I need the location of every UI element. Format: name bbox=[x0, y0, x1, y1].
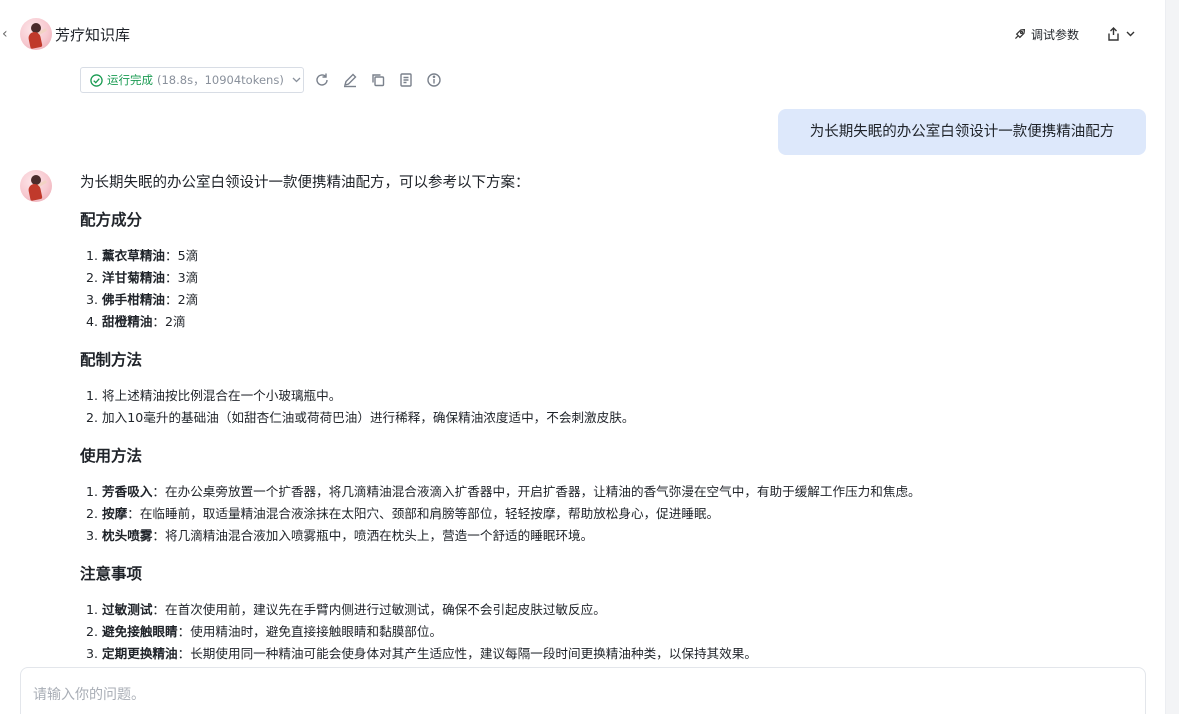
section-title: 使用方法 bbox=[80, 447, 143, 465]
preparation-list: 1. 将上述精油按比例混合在一个小玻璃瓶中。 2. 加入10毫升的基础油（如甜杏… bbox=[80, 385, 1140, 429]
ingredient-list: 1. 薰衣草精油：5滴 2. 洋甘菊精油：3滴 3. 佛手柑精油：2滴 4. 甜… bbox=[80, 245, 1140, 333]
app-title: 芳疗知识库 bbox=[55, 26, 131, 44]
run-status-meta: (18.8s，10904tokens) bbox=[157, 73, 284, 87]
section-title: 注意事项 bbox=[80, 565, 143, 583]
debug-params-label: 调试参数 bbox=[1031, 27, 1080, 42]
list-item: 3. 定期更换精油：长期使用同一种精油可能会使身体对其产生适应性，建议每隔一段时… bbox=[86, 646, 757, 661]
notes-icon[interactable] bbox=[398, 72, 414, 88]
list-item: 3. 佛手柑精油：2滴 bbox=[86, 292, 199, 307]
list-item: 1. 芳香吸入：在办公桌旁放置一个扩香器，将几滴精油混合液滴入扩香器中，开启扩香… bbox=[86, 484, 921, 499]
refresh-icon[interactable] bbox=[314, 72, 330, 88]
debug-params-button[interactable]: 调试参数 bbox=[1013, 25, 1079, 43]
back-chevron-icon[interactable]: ‹ bbox=[2, 25, 16, 43]
copy-icon[interactable] bbox=[370, 72, 386, 88]
share-icon bbox=[1108, 27, 1119, 41]
list-item: 1. 将上述精油按比例混合在一个小玻璃瓶中。 bbox=[86, 388, 342, 403]
chevron-down-icon bbox=[1126, 31, 1135, 37]
assistant-avatar bbox=[20, 170, 52, 202]
chevron-down-icon bbox=[292, 77, 301, 83]
header: ‹ 芳疗知识库 调试参数 bbox=[0, 0, 1165, 64]
list-item: 2. 按摩：在临睡前，取适量精油混合液涂抹在太阳穴、颈部和肩膀等部位，轻轻按摩，… bbox=[86, 506, 720, 521]
chat-panel: ‹ 芳疗知识库 调试参数 运行完成 (18.8s，10904tokens) 为长… bbox=[0, 0, 1166, 714]
assistant-answer: 为长期失眠的办公室白领设计一款便携精油配方，可以参考以下方案： 配方成分 1. … bbox=[80, 172, 1140, 665]
usage-list: 1. 芳香吸入：在办公桌旁放置一个扩香器，将几滴精油混合液滴入扩香器中，开启扩香… bbox=[80, 481, 1140, 547]
question-input[interactable] bbox=[21, 667, 1145, 714]
run-status-dropdown[interactable]: 运行完成 (18.8s，10904tokens) bbox=[80, 67, 304, 93]
info-icon[interactable] bbox=[426, 72, 442, 88]
caution-list: 1. 过敏测试：在首次使用前，建议先在手臂内侧进行过敏测试，确保不会引起皮肤过敏… bbox=[80, 599, 1140, 665]
rocket-icon bbox=[1015, 28, 1025, 39]
user-message-bubble: 为长期失眠的办公室白领设计一款便携精油配方 bbox=[778, 109, 1146, 155]
question-input-box bbox=[20, 667, 1146, 714]
share-menu-button[interactable] bbox=[1107, 25, 1135, 43]
page-scrollbar[interactable] bbox=[1168, 0, 1179, 714]
app-avatar bbox=[20, 18, 52, 50]
list-item: 2. 加入10毫升的基础油（如甜杏仁油或荷荷巴油）进行稀释，确保精油浓度适中，不… bbox=[86, 410, 635, 425]
edit-icon[interactable] bbox=[342, 72, 358, 88]
answer-intro: 为长期失眠的办公室白领设计一款便携精油配方，可以参考以下方案： bbox=[80, 175, 530, 191]
list-item: 3. 枕头喷雾：将几滴精油混合液加入喷雾瓶中，喷洒在枕头上，营造一个舒适的睡眠环… bbox=[86, 528, 594, 543]
list-item: 2. 洋甘菊精油：3滴 bbox=[86, 270, 199, 285]
check-circle-icon bbox=[90, 73, 103, 87]
list-item: 1. 过敏测试：在首次使用前，建议先在手臂内侧进行过敏测试，确保不会引起皮肤过敏… bbox=[86, 602, 606, 617]
list-item: 1. 薰衣草精油：5滴 bbox=[86, 248, 199, 263]
list-item: 2. 避免接触眼睛：使用精油时，避免直接接触眼睛和黏膜部位。 bbox=[86, 624, 443, 639]
section-title: 配方成分 bbox=[80, 211, 143, 229]
list-item: 4. 甜橙精油：2滴 bbox=[86, 314, 186, 329]
section-title: 配制方法 bbox=[80, 351, 143, 369]
run-status-text: 运行完成 bbox=[107, 73, 153, 87]
